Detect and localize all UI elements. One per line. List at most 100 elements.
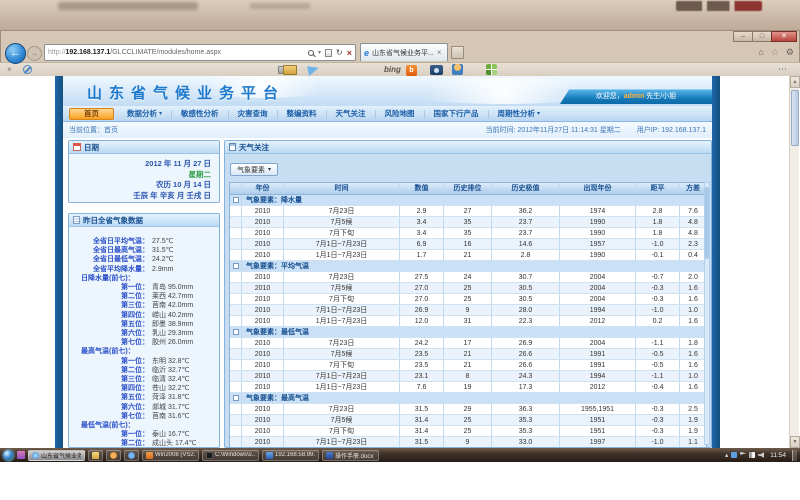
group-checkbox[interactable] xyxy=(230,393,242,403)
menu-item-5[interactable]: 天气关注 xyxy=(327,106,375,122)
show-desktop-button[interactable] xyxy=(792,450,797,461)
minimize-button[interactable]: – xyxy=(733,31,752,42)
col-anomaly: 距平 xyxy=(636,183,680,194)
stop-icon[interactable] xyxy=(347,48,352,58)
start-button[interactable] xyxy=(3,450,14,461)
table-cell: 2.5 xyxy=(680,404,706,414)
blocked-content-icon[interactable] xyxy=(23,65,32,74)
weather-rank-value: 郯城 31.7℃ xyxy=(149,403,189,412)
weather-rank-item: 第一位：泰山 16.7℃ xyxy=(69,430,219,439)
menu-item-4[interactable]: 整编资料 xyxy=(278,106,326,122)
action-center-flag-icon[interactable] xyxy=(740,452,746,458)
compatibility-view-icon[interactable] xyxy=(325,49,332,57)
maximize-button[interactable]: □ xyxy=(752,31,771,42)
group-checkbox[interactable] xyxy=(230,195,242,205)
table-row[interactable]: 20107月1日~7月23日6.91614.61957-1.02.3 xyxy=(230,239,706,250)
scroll-down-arrow[interactable]: ▼ xyxy=(790,436,800,448)
table-row[interactable]: 20107月下旬3.43523.719901.84.8 xyxy=(230,228,706,239)
taskbar-explorer-button[interactable] xyxy=(88,450,103,461)
taskbar-clock[interactable]: 11:54 xyxy=(770,452,786,459)
table-row[interactable]: 20101月1日~7月23日1.7212.81990-0.10.4 xyxy=(230,250,706,261)
search-icon[interactable] xyxy=(308,50,314,56)
close-button[interactable]: ✕ xyxy=(771,31,797,42)
element-filter-button[interactable]: 气象要素 xyxy=(230,163,278,176)
network-icon[interactable] xyxy=(749,452,755,458)
table-row[interactable]: 20107月1日~7月23日23.1824.31994-1.11.0 xyxy=(230,371,706,382)
menu-item-0[interactable]: 首页 xyxy=(69,108,114,120)
table-cell: 35 xyxy=(444,217,492,227)
menu-item-7[interactable]: 国家下行产品 xyxy=(425,106,488,122)
back-button[interactable]: ← xyxy=(5,43,26,64)
payment-cards-icon[interactable] xyxy=(278,66,292,74)
taskbar-button-1[interactable]: C:\Windows\s... xyxy=(202,450,259,461)
taskbar-button-2[interactable]: 192.168.58.99... xyxy=(262,450,319,461)
row-indent-cell xyxy=(230,217,242,227)
settings-gear-icon[interactable]: ⚙ xyxy=(786,45,794,59)
browser-scrollbar[interactable]: ▲ ▼ xyxy=(789,76,799,448)
taskbar-button-3[interactable]: 操作手册.docx ... xyxy=(322,450,379,461)
table-row[interactable]: 20107月23日2.92736.219742.87.6 xyxy=(230,206,706,217)
table-row[interactable]: 20107月1日~7月23日31.5933.01997-1.01.1 xyxy=(230,437,706,448)
messenger-icon[interactable] xyxy=(307,64,320,76)
scroll-up-arrow[interactable]: ▲ xyxy=(790,76,800,88)
toolbar-close-icon[interactable]: × xyxy=(7,65,12,74)
table-cell: 1997 xyxy=(560,437,636,447)
menu-item-2[interactable]: 敏感性分析 xyxy=(172,106,228,122)
hidden-icons-arrow[interactable]: ▴ xyxy=(725,450,728,461)
camera-addon-icon[interactable] xyxy=(430,65,443,75)
table-row[interactable]: 20107月下旬31.42535.31951-0.31.9 xyxy=(230,426,706,437)
bing-logo[interactable]: bing xyxy=(384,65,401,74)
forward-button[interactable]: → xyxy=(27,46,42,61)
tray-app-icon[interactable] xyxy=(731,452,737,458)
volume-icon[interactable] xyxy=(758,452,764,458)
table-row[interactable]: 20101月1日~7月23日12.03122.320120.21.6 xyxy=(230,316,706,327)
taskbar-media-button-1[interactable] xyxy=(106,450,121,461)
tab-close-icon[interactable] xyxy=(437,48,442,57)
group-checkbox[interactable] xyxy=(230,261,242,271)
bing-search-icon[interactable]: b xyxy=(406,65,417,76)
pinned-app-icon[interactable] xyxy=(17,451,25,459)
calendar-body: 2012 年 11 月 27 日星期二农历 10 月 14 日壬辰 年 辛亥 月… xyxy=(69,154,219,201)
table-cell: 7月5候 xyxy=(284,349,400,359)
table-row[interactable]: 20107月5候31.42535.31951-0.31.9 xyxy=(230,415,706,426)
table-cell: 1955,1951 xyxy=(560,404,636,414)
table-row[interactable]: 20107月23日31.52936.31955,1951-0.32.5 xyxy=(230,404,706,415)
taskbar-media-button-2[interactable] xyxy=(124,450,139,461)
table-row[interactable]: 20107月5候23.52126.61991-0.51.6 xyxy=(230,349,706,360)
addon-grid-icon[interactable] xyxy=(486,64,497,75)
table-row[interactable]: 20107月23日24.21726.92004-1.11.8 xyxy=(230,338,706,349)
table-row[interactable]: 20107月23日27.52430.72004-0.72.0 xyxy=(230,272,706,283)
new-tab-button[interactable] xyxy=(451,46,464,59)
table-row[interactable]: 20107月5候3.43523.719901.84.8 xyxy=(230,217,706,228)
refresh-icon[interactable] xyxy=(336,48,343,57)
weather-rank-label: 第四位： xyxy=(69,384,149,393)
table-cell: 21 xyxy=(444,349,492,359)
menu-item-8[interactable]: 周期性分析 xyxy=(489,106,550,122)
address-bar[interactable]: http://192.168.137.1/GLCCLIMATE/modules/… xyxy=(44,44,356,61)
content-scrollbar[interactable] xyxy=(704,182,710,445)
table-row[interactable]: 20107月下旬23.52126.61991-0.51.6 xyxy=(230,360,706,371)
url-scheme: http:// xyxy=(48,49,66,56)
group-checkbox[interactable] xyxy=(230,327,242,337)
content-scrollbar-thumb[interactable] xyxy=(705,187,709,259)
taskbar-ie-button[interactable]: 山东省气候业务平... xyxy=(28,450,85,461)
home-icon[interactable]: ⌂ xyxy=(758,45,763,59)
page-right-border xyxy=(712,76,720,448)
table-row[interactable]: 20107月下旬27.02530.52004-0.31.6 xyxy=(230,294,706,305)
table-row[interactable]: 20107月1日~7月23日26.9928.01994-1.01.0 xyxy=(230,305,706,316)
weather-rank-value: 莒南 31.6℃ xyxy=(149,412,189,421)
menu-item-6[interactable]: 风险地图 xyxy=(376,106,424,122)
menu-item-3[interactable]: 灾害查询 xyxy=(229,106,277,122)
scrollbar-thumb[interactable] xyxy=(791,90,799,146)
table-row[interactable]: 20101月1日~7月23日7.61917.32012-0.41.6 xyxy=(230,382,706,393)
table-row[interactable]: 20107月5候27.02530.52004-0.31.6 xyxy=(230,283,706,294)
row-indent-cell xyxy=(230,437,242,447)
favorites-star-icon[interactable]: ☆ xyxy=(771,45,779,59)
browser-tab[interactable]: e 山东省气候业务平... xyxy=(360,43,448,61)
more-addons-icon[interactable]: ⋯ xyxy=(778,64,788,75)
profile-addon-icon[interactable] xyxy=(452,64,463,75)
menu-item-1[interactable]: 数据分析 xyxy=(118,106,171,122)
address-dropdown-icon[interactable] xyxy=(318,49,321,56)
taskbar-button-0[interactable]: Win2008 (VS2... xyxy=(142,450,199,461)
system-tray: ▴ 11:54 xyxy=(725,450,797,461)
